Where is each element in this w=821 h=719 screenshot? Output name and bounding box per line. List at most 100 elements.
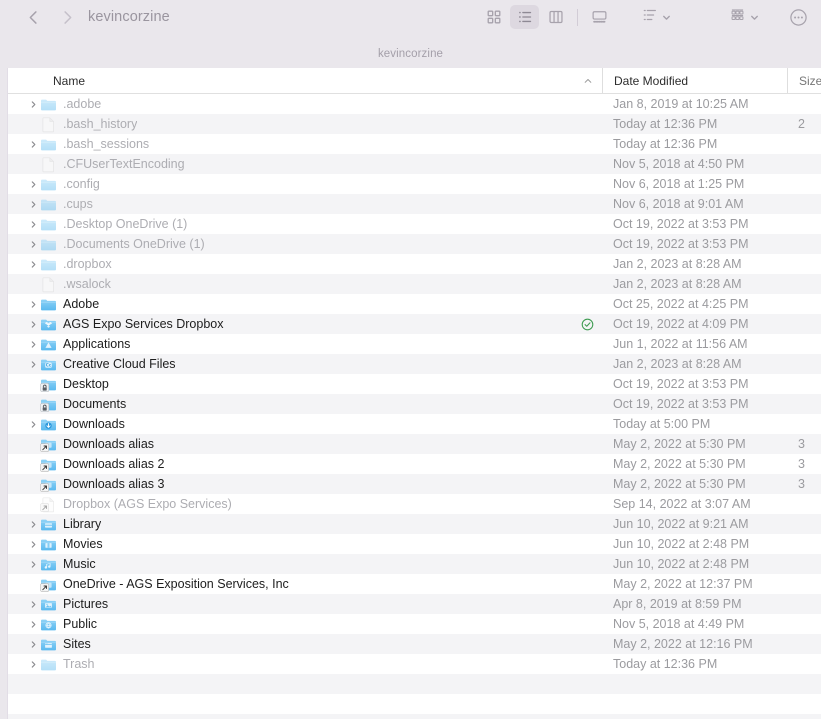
disclosure-triangle-icon[interactable] (26, 134, 40, 154)
toolbar: kevincorzine kevincorzine (0, 0, 821, 68)
column-header-size-label: Size (799, 73, 821, 88)
table-row[interactable]: Library Jun 10, 2022 at 9:21 AM (8, 514, 821, 534)
disclosure-triangle-icon[interactable] (26, 554, 40, 574)
table-row[interactable]: .bash_history Today at 12:36 PM 2 (8, 114, 821, 134)
disclosure-triangle-icon[interactable] (26, 414, 40, 434)
forward-button[interactable] (56, 6, 78, 28)
folder-icon (40, 236, 57, 253)
column-header-row: Name Date Modified Size (8, 68, 821, 94)
empty-row (8, 694, 821, 714)
more-actions-button[interactable] (783, 5, 813, 29)
folder-icon (40, 256, 57, 273)
table-row[interactable]: Downloads alias 3 May 2, 2022 at 5:30 PM 3 (8, 474, 821, 494)
disclosure-triangle-icon[interactable] (26, 214, 40, 234)
file-list[interactable]: .adobe Jan 8, 2019 at 10:25 AM .bash_histo… (8, 94, 821, 719)
gallery-view-button[interactable] (585, 5, 614, 29)
disclosure-triangle-icon[interactable] (26, 194, 40, 214)
table-row[interactable]: .Documents OneDrive (1) Oct 19, 2022 at 3… (8, 234, 821, 254)
table-row[interactable]: .bash_sessions Today at 12:36 PM (8, 134, 821, 154)
table-row[interactable]: Music Jun 10, 2022 at 2:48 PM (8, 554, 821, 574)
date-modified-cell: Oct 19, 2022 at 3:53 PM (613, 237, 749, 251)
disclosure-triangle-icon[interactable] (26, 654, 40, 674)
file-name-label: .wsalock (63, 277, 111, 291)
file-name-cell: .bash_history (8, 114, 602, 134)
column-header-date-modified[interactable]: Date Modified (602, 68, 787, 93)
file-name-label: Applications (63, 337, 131, 351)
disclosure-triangle-icon[interactable] (26, 354, 40, 374)
table-row[interactable]: Desktop Oct 19, 2022 at 3:53 PM (8, 374, 821, 394)
table-row[interactable]: .config Nov 6, 2018 at 1:25 PM (8, 174, 821, 194)
file-name-label: Public (63, 617, 98, 631)
file-name-cell: Documents (8, 394, 602, 414)
table-row[interactable]: AGS Expo Services Dropbox Oct 19, 2022 at… (8, 314, 821, 334)
folder-library-icon (40, 516, 57, 533)
table-row[interactable]: Public Nov 5, 2018 at 4:49 PM (8, 614, 821, 634)
disclosure-triangle-icon[interactable] (26, 314, 40, 334)
disclosure-triangle-icon[interactable] (26, 594, 40, 614)
back-button[interactable] (22, 6, 44, 28)
table-row[interactable]: Pictures Apr 8, 2019 at 8:59 PM (8, 594, 821, 614)
column-header-size[interactable]: Size (787, 68, 821, 93)
window-body: Name Date Modified Size .adobe Jan 8, 201… (0, 68, 821, 719)
date-modified-cell: Oct 19, 2022 at 3:53 PM (613, 377, 749, 391)
table-row[interactable]: OneDrive - AGS Exposition Services, Inc M… (8, 574, 821, 594)
table-row[interactable]: Sites May 2, 2022 at 12:16 PM (8, 634, 821, 654)
disclosure-triangle-icon[interactable] (26, 174, 40, 194)
file-name-cell: .CFUserTextEncoding (8, 154, 602, 174)
table-row[interactable]: Adobe Oct 25, 2022 at 4:25 PM (8, 294, 821, 314)
disclosure-triangle-icon[interactable] (26, 234, 40, 254)
file-name-cell: .bash_sessions (8, 134, 602, 154)
size-cell: 2 (798, 117, 805, 131)
folder-alias-icon (40, 476, 57, 493)
table-row[interactable]: Applications Jun 1, 2022 at 11:56 AM (8, 334, 821, 354)
file-name-cell: .Desktop OneDrive (1) (8, 214, 602, 234)
date-modified-cell: Sep 14, 2022 at 3:07 AM (613, 497, 751, 511)
disclosure-triangle-icon[interactable] (26, 334, 40, 354)
column-header-name[interactable]: Name (8, 68, 602, 93)
content-area: Name Date Modified Size .adobe Jan 8, 201… (8, 68, 821, 719)
svg-text:Cc: Cc (46, 362, 52, 367)
table-row[interactable]: Dropbox (AGS Expo Services) Sep 14, 2022 … (8, 494, 821, 514)
folder-public-icon (40, 616, 57, 633)
folder-sites-icon (40, 636, 57, 653)
document-icon (40, 156, 57, 173)
disclosure-triangle-icon[interactable] (26, 534, 40, 554)
table-row[interactable]: .cups Nov 6, 2018 at 9:01 AM (8, 194, 821, 214)
table-row[interactable]: Documents Oct 19, 2022 at 3:53 PM (8, 394, 821, 414)
table-row[interactable]: Downloads Today at 5:00 PM (8, 414, 821, 434)
disclosure-triangle-icon[interactable] (26, 634, 40, 654)
date-modified-cell: May 2, 2022 at 5:30 PM (613, 477, 746, 491)
table-row[interactable]: .adobe Jan 8, 2019 at 10:25 AM (8, 94, 821, 114)
group-by-button[interactable] (642, 5, 673, 29)
folder-icon (40, 196, 57, 213)
file-name-label: Desktop (63, 377, 109, 391)
icon-view-button[interactable] (479, 5, 508, 29)
file-name-cell: Dropbox (AGS Expo Services) (8, 494, 602, 514)
table-row[interactable]: .dropbox Jan 2, 2023 at 8:28 AM (8, 254, 821, 274)
table-row[interactable]: Trash Today at 12:36 PM (8, 654, 821, 674)
column-header-date-label: Date Modified (614, 73, 689, 88)
disclosure-triangle-icon[interactable] (26, 614, 40, 634)
column-view-button[interactable] (541, 5, 570, 29)
table-row[interactable]: Movies Jun 10, 2022 at 2:48 PM (8, 534, 821, 554)
arrange-button[interactable] (729, 5, 761, 29)
list-view-button[interactable] (510, 5, 539, 29)
disclosure-triangle-icon[interactable] (26, 514, 40, 534)
disclosure-spacer (26, 434, 40, 454)
table-row[interactable]: Downloads alias 2 May 2, 2022 at 5:30 PM 3 (8, 454, 821, 474)
folder-lock-icon (40, 376, 57, 393)
date-modified-cell: Oct 19, 2022 at 3:53 PM (613, 217, 749, 231)
size-cell: 3 (798, 477, 805, 491)
table-row[interactable]: .wsalock Jan 2, 2023 at 8:28 AM (8, 274, 821, 294)
table-row[interactable]: .Desktop OneDrive (1) Oct 19, 2022 at 3:5… (8, 214, 821, 234)
table-row[interactable]: .CFUserTextEncoding Nov 5, 2018 at 4:50 P… (8, 154, 821, 174)
disclosure-triangle-icon[interactable] (26, 254, 40, 274)
disclosure-triangle-icon[interactable] (26, 94, 40, 114)
table-row[interactable]: Downloads alias May 2, 2022 at 5:30 PM 3 (8, 434, 821, 454)
group-by-icon (642, 7, 658, 28)
date-modified-cell: Today at 12:36 PM (613, 117, 718, 131)
date-modified-cell: Jan 2, 2023 at 8:28 AM (613, 357, 742, 371)
disclosure-triangle-icon[interactable] (26, 294, 40, 314)
table-row[interactable]: Cc Creative Cloud Files Jan 2, 2023 at 8:2… (8, 354, 821, 374)
file-name-label: Trash (63, 657, 95, 671)
